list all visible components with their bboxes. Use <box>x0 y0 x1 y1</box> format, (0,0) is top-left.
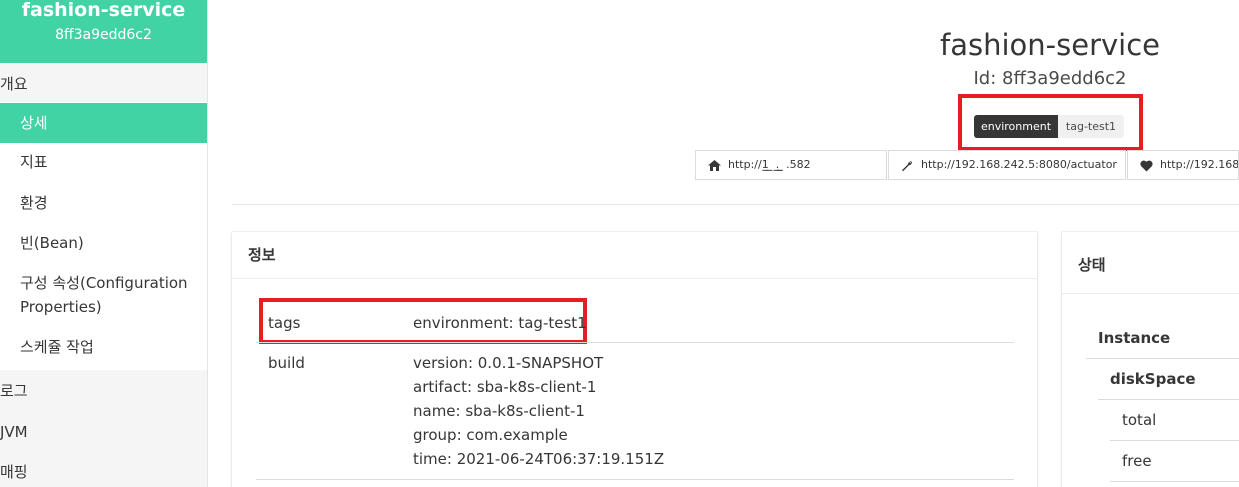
sidebar-app-name: fashion-service <box>21 0 186 21</box>
sidebar: fashion-service 8ff3a9edd6c2 개요 상세 지표 환경… <box>0 0 208 487</box>
health-url-button[interactable]: http://192.168.2 <box>1127 150 1239 180</box>
sidebar-header[interactable]: fashion-service 8ff3a9edd6c2 <box>0 0 207 63</box>
health-url-text: http://192.168.2 <box>1160 158 1239 171</box>
health-row-divider <box>1098 399 1239 400</box>
health-row-divider <box>1086 358 1239 359</box>
health-card-header-divider <box>1062 293 1239 294</box>
sidebar-instance-id: 8ff3a9edd6c2 <box>55 27 152 43</box>
health-diskspace-label: diskSpace <box>1110 370 1196 388</box>
info-row-divider <box>256 342 1014 343</box>
health-row-divider <box>1110 440 1239 441</box>
instance-id-label: Id: 8ff3a9edd6c2 <box>973 68 1127 89</box>
page-title: fashion-service <box>940 28 1160 62</box>
info-value-build-version: version: 0.0.1-SNAPSHOT <box>413 354 604 372</box>
sidebar-item-configprops[interactable]: 구성 속성(Configuration Properties) <box>0 271 207 319</box>
header-divider <box>232 204 1239 205</box>
home-icon <box>708 160 721 171</box>
sidebar-item-logging[interactable]: 로그 <box>0 379 207 403</box>
sidebar-item-environment[interactable]: 환경 <box>0 191 207 215</box>
sidebar-item-beans[interactable]: 빈(Bean) <box>0 231 207 255</box>
sidebar-item-mappings[interactable]: 매핑 <box>0 460 207 484</box>
sidebar-item-jvm[interactable]: JVM <box>0 420 207 444</box>
sidebar-item-metrics[interactable]: 지표 <box>0 150 207 174</box>
health-instance-label: Instance <box>1098 329 1171 347</box>
info-card-title: 정보 <box>248 246 276 264</box>
sidebar-item-overview[interactable]: 개요 <box>0 72 207 96</box>
tag-key-badge: environment <box>974 115 1058 138</box>
health-item-total: total <box>1122 411 1157 429</box>
info-row-divider-bottom <box>256 479 1014 480</box>
info-key-build: build <box>268 354 305 372</box>
info-value-build-time: time: 2021-06-24T06:37:19.151Z <box>413 450 665 468</box>
sidebar-item-configprops-line2: Properties) <box>20 298 102 316</box>
home-url-text: http://1̲̲ ̲̲ .̲̲ ̲̲̲ .582 <box>728 158 811 171</box>
health-card: 상태 <box>1062 232 1239 487</box>
wrench-icon <box>902 161 912 172</box>
management-url-button[interactable]: http://192.168.242.5:8080/actuator <box>888 150 1126 180</box>
home-url-button[interactable]: http://1̲̲ ̲̲ .̲̲ ̲̲̲ .582 <box>695 150 887 180</box>
health-card-title: 상태 <box>1078 256 1106 274</box>
info-value-build-artifact: artifact: sba-k8s-client-1 <box>413 378 597 396</box>
info-value-build-name: name: sba-k8s-client-1 <box>413 402 585 420</box>
sidebar-item-scheduled-tasks[interactable]: 스케쥴 작업 <box>0 335 207 359</box>
health-row-divider <box>1110 481 1239 482</box>
sidebar-item-configprops-line1: 구성 속성(Configuration <box>20 274 188 292</box>
health-item-free: free <box>1122 452 1152 470</box>
info-card-header-divider <box>232 278 1037 279</box>
info-value-tags: environment: tag-test1 <box>413 314 587 332</box>
tag-value-badge: tag-test1 <box>1058 115 1124 138</box>
info-value-build-group: group: com.example <box>413 426 568 444</box>
sidebar-item-details[interactable]: 상세 <box>0 103 207 143</box>
management-url-text: http://192.168.242.5:8080/actuator <box>921 158 1117 171</box>
info-key-tags: tags <box>268 314 301 332</box>
heart-icon <box>1140 160 1153 172</box>
